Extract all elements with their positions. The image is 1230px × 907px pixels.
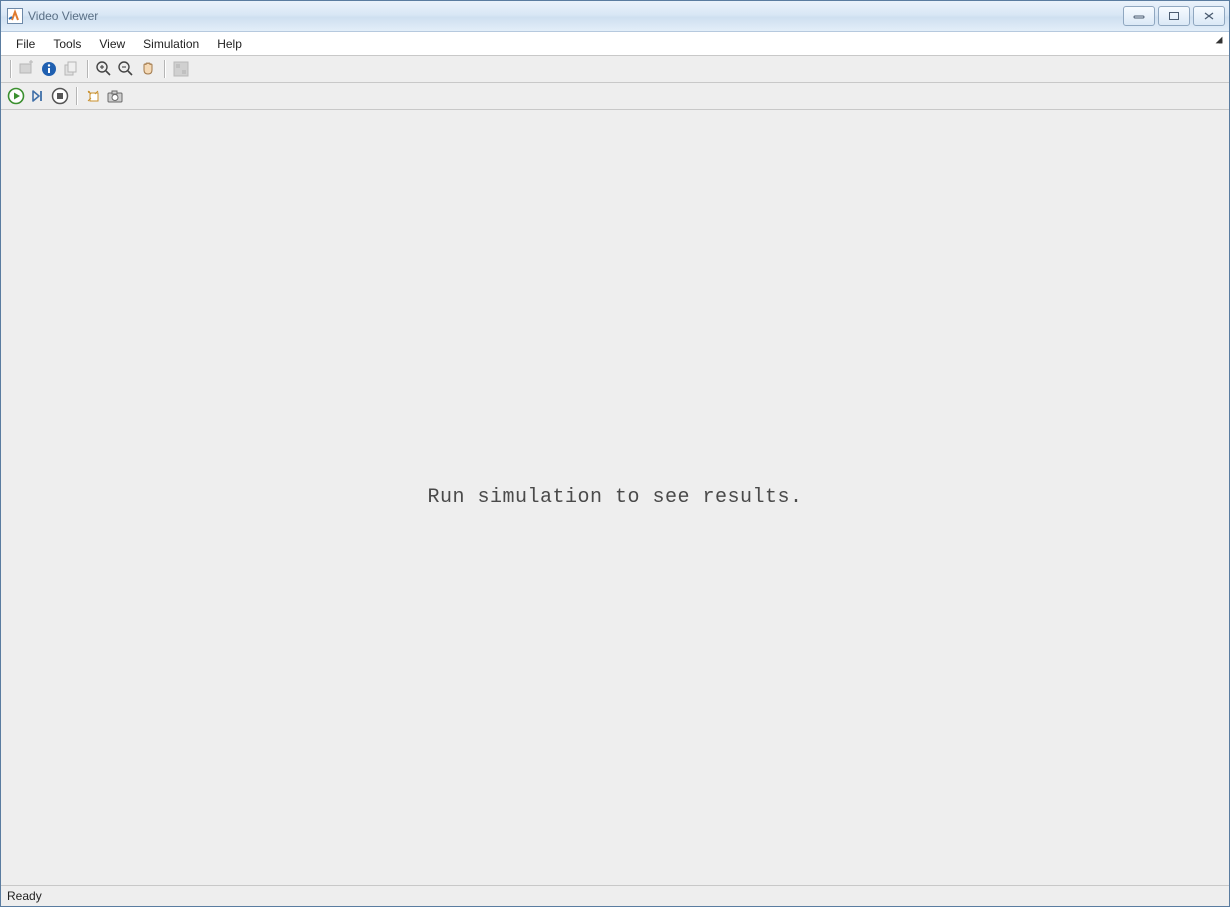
toolbar-separator <box>10 60 11 78</box>
play-icon <box>7 87 25 105</box>
menu-bar: File Tools View Simulation Help <box>1 32 1229 56</box>
title-bar[interactable]: Video Viewer <box>1 1 1229 32</box>
menu-simulation[interactable]: Simulation <box>134 35 208 53</box>
video-info-button[interactable] <box>38 58 60 80</box>
zoom-out-button[interactable] <box>115 58 137 80</box>
toolbar-separator <box>87 60 88 78</box>
new-scope-icon <box>18 60 36 78</box>
menu-help[interactable]: Help <box>208 35 251 53</box>
highlight-block-icon <box>84 87 102 105</box>
zoom-in-button[interactable] <box>93 58 115 80</box>
step-forward-button[interactable] <box>27 85 49 107</box>
snapshot-button[interactable] <box>104 85 126 107</box>
new-scope-button[interactable] <box>16 58 38 80</box>
step-forward-icon <box>29 87 47 105</box>
stop-icon <box>51 87 69 105</box>
pan-button[interactable] <box>137 58 159 80</box>
toolbar-playback <box>1 83 1229 110</box>
window-title: Video Viewer <box>28 9 98 23</box>
colormap-button[interactable] <box>170 58 192 80</box>
colormap-icon <box>172 60 190 78</box>
snapshot-camera-icon <box>106 87 124 105</box>
copy-button[interactable] <box>60 58 82 80</box>
menu-tools[interactable]: Tools <box>44 35 90 53</box>
pan-hand-icon <box>139 60 157 78</box>
zoom-in-icon <box>95 60 113 78</box>
matlab-app-icon <box>7 8 23 24</box>
toolbar-overflow-icon[interactable] <box>1216 37 1223 44</box>
copy-icon <box>62 60 80 78</box>
maximize-button[interactable] <box>1158 6 1190 26</box>
status-text: Ready <box>7 889 42 903</box>
toolbar-separator <box>76 87 77 105</box>
video-display-area: Run simulation to see results. <box>1 110 1229 885</box>
info-icon <box>40 60 58 78</box>
menu-file[interactable]: File <box>7 35 44 53</box>
video-viewer-window: Video Viewer File Tools View Simulation … <box>0 0 1230 907</box>
close-button[interactable] <box>1193 6 1225 26</box>
status-bar: Ready <box>1 885 1229 906</box>
play-button[interactable] <box>5 85 27 107</box>
zoom-out-icon <box>117 60 135 78</box>
stop-button[interactable] <box>49 85 71 107</box>
toolbar-separator <box>164 60 165 78</box>
placeholder-message: Run simulation to see results. <box>427 486 802 509</box>
menu-view[interactable]: View <box>90 35 134 53</box>
toolbar-main <box>1 56 1229 83</box>
highlight-block-button[interactable] <box>82 85 104 107</box>
minimize-button[interactable] <box>1123 6 1155 26</box>
